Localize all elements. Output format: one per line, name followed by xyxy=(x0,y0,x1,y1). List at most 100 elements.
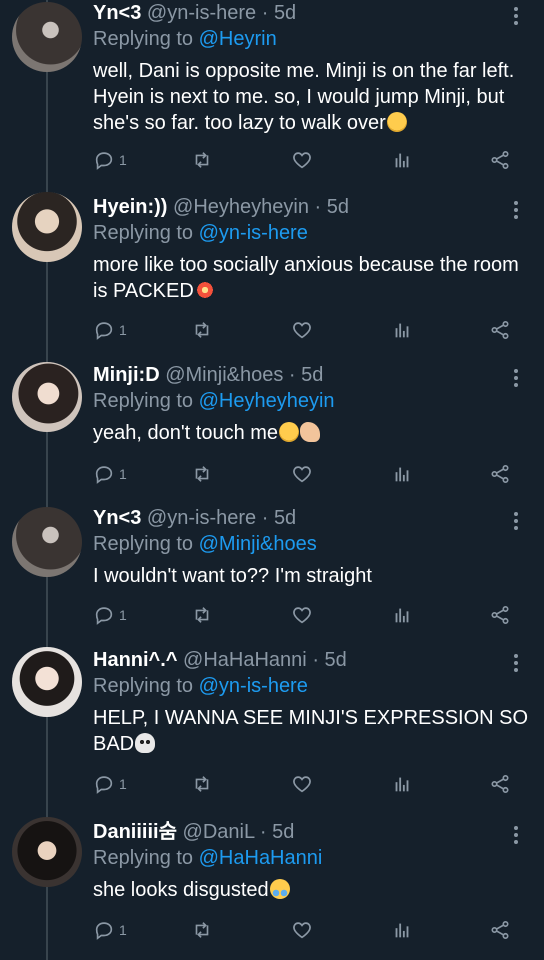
retweet-button[interactable] xyxy=(191,318,213,342)
timestamp[interactable]: 5d xyxy=(301,364,323,386)
replying-to: Replying to @Heyrin xyxy=(93,26,530,52)
tweet-yn-1[interactable]: Yn<3 @yn-is-here · 5d Replying to @Heyri… xyxy=(0,0,544,190)
more-vertical-icon[interactable] xyxy=(506,823,526,847)
replying-to-link[interactable]: @Heyrin xyxy=(199,28,277,50)
reply-count: 1 xyxy=(119,152,127,168)
analytics-button[interactable] xyxy=(391,918,413,942)
avatar[interactable] xyxy=(12,192,82,262)
timestamp[interactable]: 5d xyxy=(325,649,347,671)
replying-to-label: Replying to xyxy=(93,675,199,697)
reply-bubble-icon xyxy=(93,919,115,941)
reply-button[interactable]: 1 xyxy=(93,918,127,942)
analytics-button[interactable] xyxy=(391,148,413,172)
avatar[interactable] xyxy=(12,647,82,717)
tweet-header: Yn<3 @yn-is-here · 5d xyxy=(93,505,530,531)
share-button[interactable] xyxy=(489,148,511,172)
reply-button[interactable]: 1 xyxy=(93,772,127,796)
analytics-icon xyxy=(391,773,413,795)
tweet-text: HELP, I WANNA SEE MINJI'S EXPRESSION SO … xyxy=(93,705,530,757)
reply-count: 1 xyxy=(119,922,127,938)
display-name[interactable]: Yn<3 xyxy=(93,507,141,529)
reply-count: 1 xyxy=(119,607,127,623)
replying-to-link[interactable]: @HaHaHanni xyxy=(199,847,323,869)
like-button[interactable] xyxy=(291,772,313,796)
separator-dot: · xyxy=(312,649,319,671)
analytics-button[interactable] xyxy=(391,772,413,796)
tweet-hyein[interactable]: Hyein:)) @Heyheyheyin · 5d Replying to @… xyxy=(0,190,544,360)
username[interactable]: @yn-is-here xyxy=(147,507,256,529)
replying-to-link[interactable]: @yn-is-here xyxy=(199,675,308,697)
analytics-button[interactable] xyxy=(391,318,413,342)
tweet-yn-2[interactable]: Yn<3 @yn-is-here · 5d Replying to @Minji… xyxy=(0,505,544,645)
replying-to: Replying to @Minji&hoes xyxy=(93,531,530,557)
display-name[interactable]: Hyein:)) xyxy=(93,196,167,218)
share-button[interactable] xyxy=(489,462,511,486)
analytics-button[interactable] xyxy=(391,462,413,486)
like-button[interactable] xyxy=(291,462,313,486)
username[interactable]: @yn-is-here xyxy=(147,2,256,24)
share-button[interactable] xyxy=(489,603,511,627)
separator-dot: · xyxy=(261,2,269,24)
reply-button[interactable]: 1 xyxy=(93,603,127,627)
display-name[interactable]: Yn<3 xyxy=(93,2,141,24)
retweet-button[interactable] xyxy=(191,603,213,627)
replying-to-link[interactable]: @yn-is-here xyxy=(199,222,308,244)
heart-icon xyxy=(291,604,313,626)
username[interactable]: @DaniL xyxy=(183,821,255,843)
collision-emoji xyxy=(194,280,215,300)
tweet-dani[interactable]: Daniiiii숨 @DaniL · 5d Replying to @HaHaH… xyxy=(0,815,544,960)
reply-button[interactable]: 1 xyxy=(93,148,127,172)
timestamp[interactable]: 5d xyxy=(272,821,294,843)
reply-button[interactable]: 1 xyxy=(93,462,127,486)
replying-to-link[interactable]: @Heyheyheyin xyxy=(199,390,335,412)
avatar[interactable] xyxy=(12,362,82,432)
replying-to: Replying to @HaHaHanni xyxy=(93,845,530,871)
username[interactable]: @HaHaHanni xyxy=(183,649,307,671)
avatar[interactable] xyxy=(12,507,82,577)
more-vertical-icon[interactable] xyxy=(506,4,526,28)
share-button[interactable] xyxy=(489,318,511,342)
reply-bubble-icon xyxy=(93,319,115,341)
like-button[interactable] xyxy=(291,148,313,172)
retweet-button[interactable] xyxy=(191,772,213,796)
tweet-hanni[interactable]: Hanni^.^ @HaHaHanni · 5d Replying to @yn… xyxy=(0,645,544,815)
like-button[interactable] xyxy=(291,918,313,942)
reply-count: 1 xyxy=(119,776,127,792)
share-button[interactable] xyxy=(489,918,511,942)
more-vertical-icon[interactable] xyxy=(506,198,526,222)
username[interactable]: @Minji&hoes xyxy=(165,364,283,386)
analytics-button[interactable] xyxy=(391,603,413,627)
display-name[interactable]: Daniiiii숨 xyxy=(93,821,177,843)
like-button[interactable] xyxy=(291,318,313,342)
retweet-button[interactable] xyxy=(191,462,213,486)
share-button[interactable] xyxy=(489,772,511,796)
grin-emoji xyxy=(279,422,300,442)
more-vertical-icon[interactable] xyxy=(506,509,526,533)
tweet-actions: 1 xyxy=(93,318,523,342)
analytics-icon xyxy=(391,919,413,941)
avatar[interactable] xyxy=(12,817,82,887)
tweet-text: she looks disgusted xyxy=(93,877,530,903)
timestamp[interactable]: 5d xyxy=(274,2,296,24)
tweet-header: Hyein:)) @Heyheyheyin · 5d xyxy=(93,194,530,220)
tweet-minji[interactable]: Minji:D @Minji&hoes · 5d Replying to @He… xyxy=(0,360,544,505)
avatar[interactable] xyxy=(12,2,82,72)
replying-to-link[interactable]: @Minji&hoes xyxy=(199,533,317,555)
tweet-actions: 1 xyxy=(93,603,523,627)
retweet-icon xyxy=(191,319,213,341)
analytics-icon xyxy=(391,604,413,626)
display-name[interactable]: Minji:D xyxy=(93,364,160,386)
flexed-biceps-emoji xyxy=(300,422,321,442)
reply-button[interactable]: 1 xyxy=(93,318,127,342)
display-name[interactable]: Hanni^.^ xyxy=(93,649,177,671)
heart-icon xyxy=(291,319,313,341)
more-vertical-icon[interactable] xyxy=(506,651,526,675)
username[interactable]: @Heyheyheyin xyxy=(173,196,309,218)
retweet-button[interactable] xyxy=(191,918,213,942)
like-button[interactable] xyxy=(291,603,313,627)
timestamp[interactable]: 5d xyxy=(274,507,296,529)
retweet-icon xyxy=(191,149,213,171)
retweet-button[interactable] xyxy=(191,148,213,172)
more-vertical-icon[interactable] xyxy=(506,366,526,390)
timestamp[interactable]: 5d xyxy=(327,196,349,218)
